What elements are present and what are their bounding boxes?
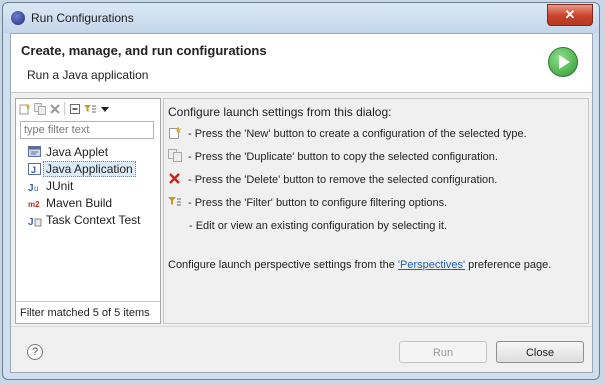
tree-item-java-application[interactable]: J Java Application [28, 161, 156, 178]
run-button[interactable]: Run [399, 341, 487, 363]
dialog-header: Create, manage, and run configurations R… [11, 34, 592, 93]
eclipse-app-icon [11, 11, 25, 25]
duplicate-icon[interactable] [34, 103, 46, 115]
tree-item-junit[interactable]: Ju JUnit [28, 178, 156, 195]
tree-item-label: Maven Build [46, 196, 113, 210]
tree-item-task-context-test[interactable]: J Task Context Test [28, 212, 156, 229]
tree-toolbar [19, 101, 157, 117]
svg-text:J: J [31, 165, 36, 175]
configuration-tree-pane: Java Applet J Java Application Ju JUnit [15, 98, 161, 324]
dialog-subtitle: Run a Java application [27, 68, 149, 82]
instruction-text: - Press the 'Duplicate' button to copy t… [188, 151, 498, 163]
view-menu-icon[interactable] [99, 103, 111, 115]
filter-icon[interactable] [84, 103, 96, 115]
delete-icon[interactable] [49, 103, 61, 115]
instruction-text: - Press the 'Delete' button to remove th… [188, 174, 498, 186]
perspectives-text-after: preference page. [465, 259, 552, 271]
java-applet-icon [28, 146, 42, 159]
instruction-new: - Press the 'New' button to create a con… [168, 125, 527, 141]
close-window-button[interactable]: ✕ [547, 4, 593, 26]
tree-item-label: JUnit [46, 179, 74, 193]
new-config-icon [168, 126, 182, 139]
tree-item-maven-build[interactable]: m2 Maven Build [28, 195, 156, 212]
svg-text:J: J [28, 217, 34, 227]
instruction-text: - Edit or view an existing configuration… [189, 220, 448, 232]
run-play-icon [548, 47, 578, 77]
tree-item-java-applet[interactable]: Java Applet [28, 144, 156, 161]
footer-divider [11, 326, 592, 327]
svg-text:u: u [34, 184, 38, 193]
perspectives-text-before: Configure launch perspective settings fr… [168, 259, 398, 271]
help-icon[interactable]: ? [27, 344, 43, 360]
filter-status: Filter matched 5 of 5 items [16, 301, 160, 323]
junit-icon: Ju [28, 180, 42, 194]
instruction-delete: - Press the 'Delete' button to remove th… [168, 171, 497, 187]
task-context-test-icon: J [28, 214, 42, 228]
tree-item-label: Java Applet [46, 145, 109, 159]
svg-text:m2: m2 [28, 200, 40, 209]
window-title: Run Configurations [31, 11, 134, 25]
run-configurations-window: Run Configurations ✕ Create, manage, and… [2, 2, 600, 380]
perspectives-link[interactable]: 'Perspectives' [398, 259, 465, 271]
svg-text:J: J [28, 183, 34, 193]
settings-intro: Configure launch settings from this dial… [168, 105, 392, 119]
dialog-content: Create, manage, and run configurations R… [10, 33, 593, 373]
java-application-icon: J [28, 163, 42, 176]
title-bar[interactable]: Run Configurations ✕ [3, 3, 599, 33]
filter-icon [168, 195, 182, 208]
filter-input[interactable] [20, 121, 154, 139]
toolbar-separator [64, 102, 65, 115]
delete-icon [168, 172, 182, 185]
duplicate-icon [168, 149, 182, 162]
close-button[interactable]: Close [496, 341, 584, 363]
collapse-all-icon[interactable] [69, 103, 81, 115]
instruction-edit: - Edit or view an existing configuration… [189, 217, 447, 233]
perspectives-hint: Configure launch perspective settings fr… [168, 259, 551, 271]
instruction-filter: - Press the 'Filter' button to configure… [168, 194, 447, 210]
instruction-duplicate: - Press the 'Duplicate' button to copy t… [168, 148, 498, 164]
dialog-title: Create, manage, and run configurations [21, 43, 267, 58]
launch-type-tree: Java Applet J Java Application Ju JUnit [28, 144, 156, 229]
instruction-text: - Press the 'Filter' button to configure… [188, 197, 448, 209]
tree-item-label: Task Context Test [46, 213, 141, 227]
tree-item-label: Java Application [43, 161, 136, 177]
instruction-text: - Press the 'New' button to create a con… [188, 128, 527, 140]
maven-icon: m2 [28, 197, 42, 210]
new-config-icon[interactable] [19, 103, 31, 115]
launch-settings-pane: Configure launch settings from this dial… [163, 98, 589, 324]
